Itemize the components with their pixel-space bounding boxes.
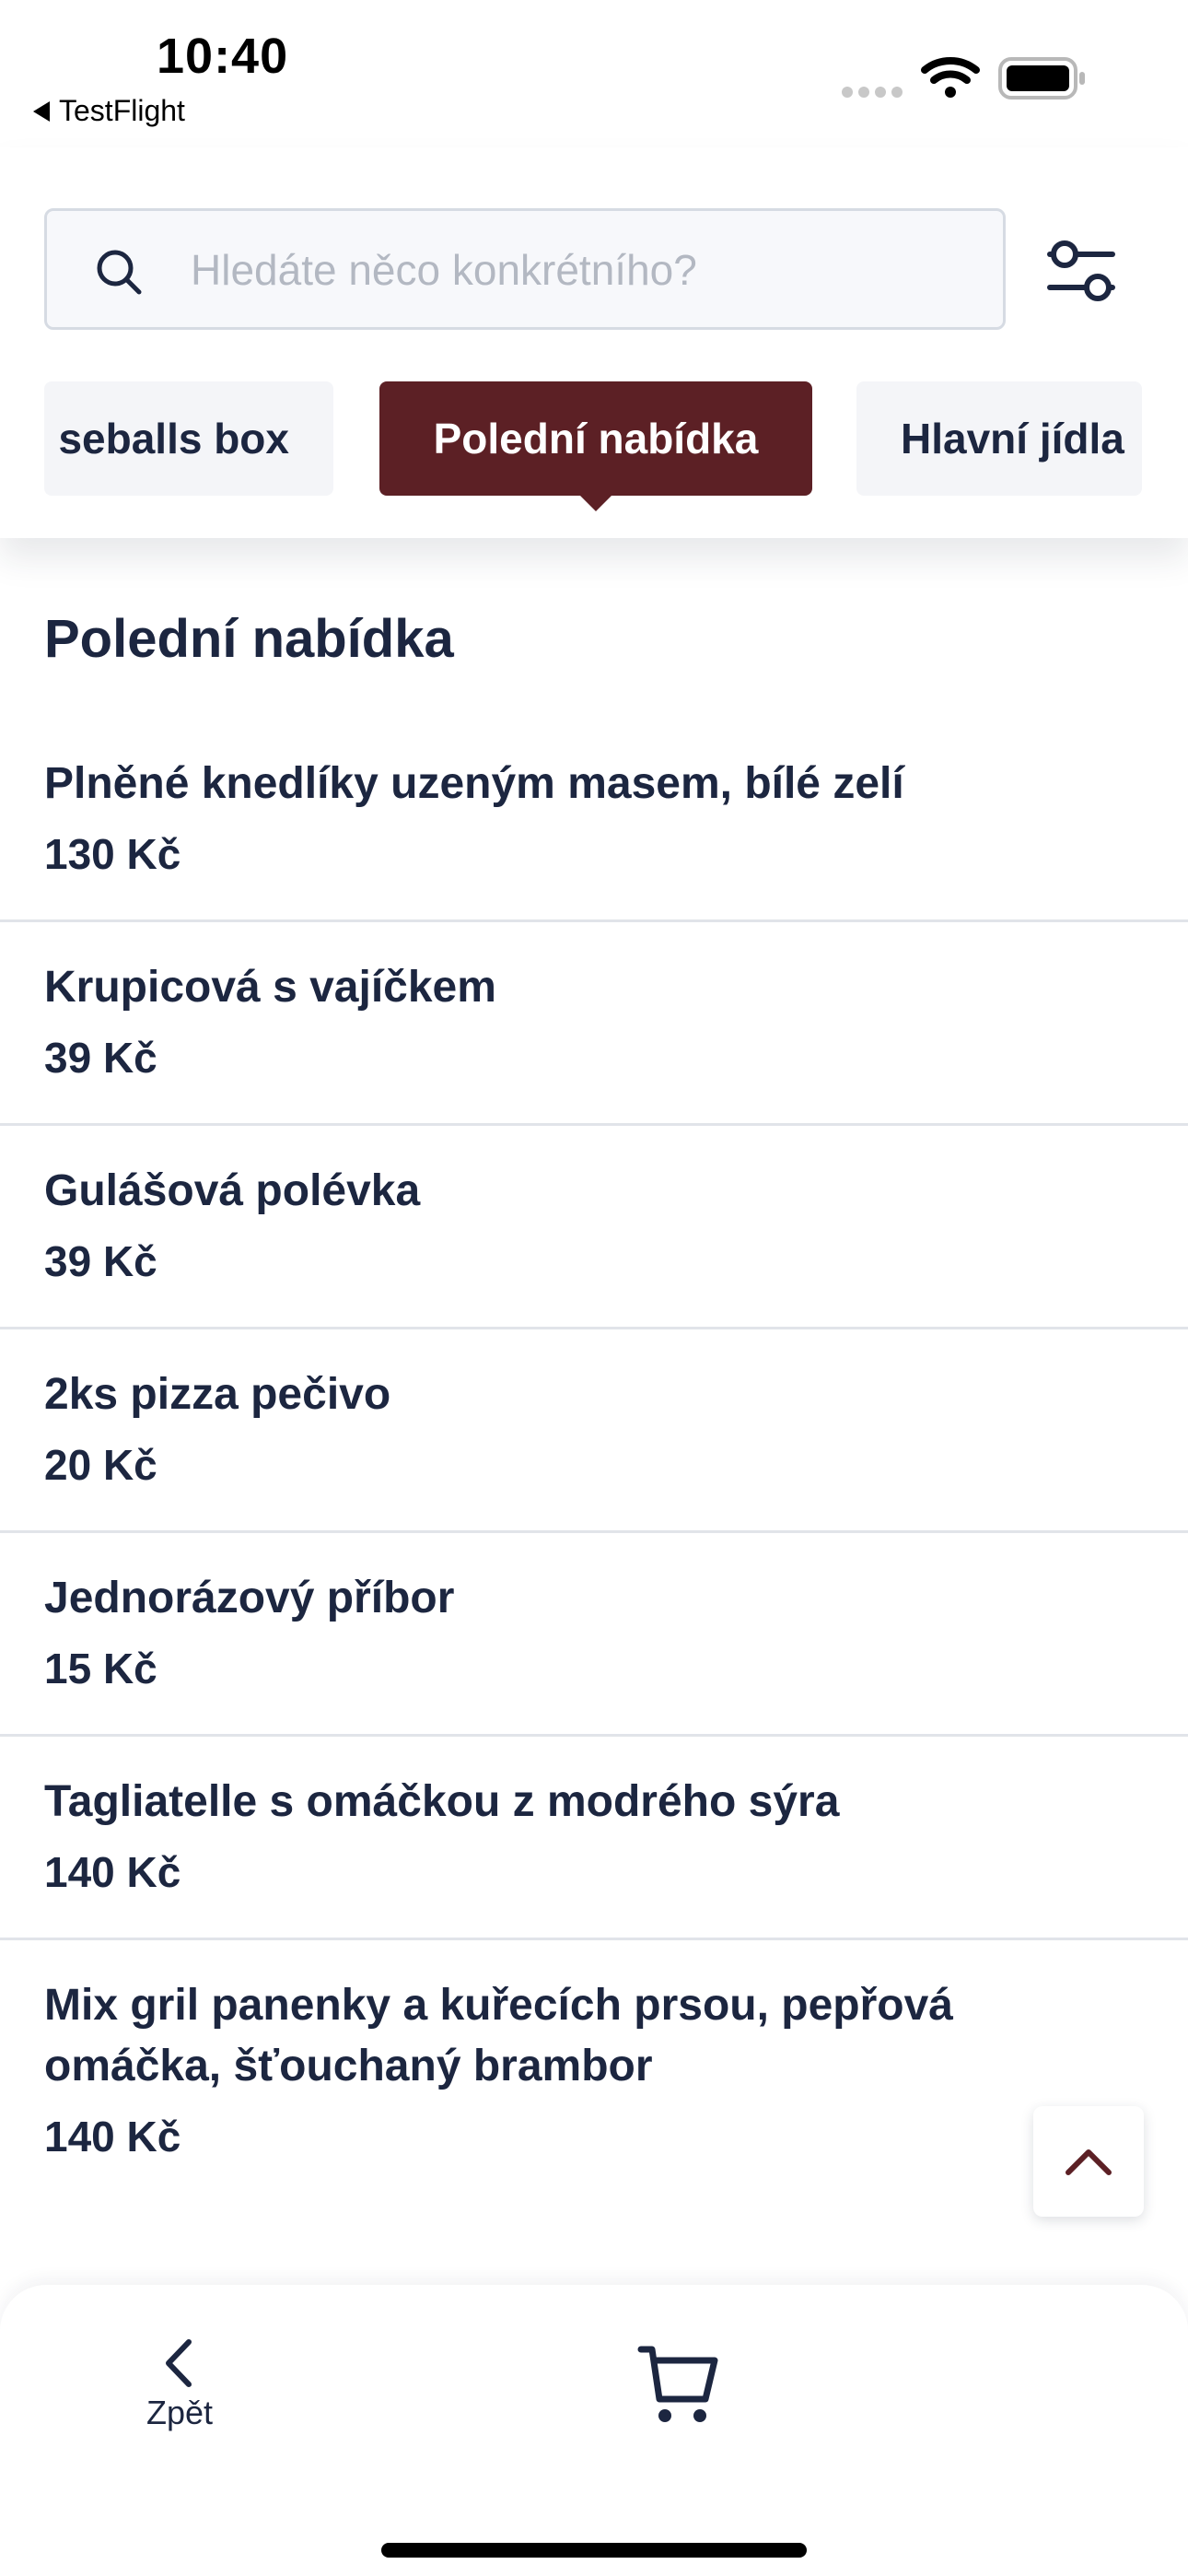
- status-time: 10:40: [157, 29, 289, 84]
- bottom-nav-bar: Zpět: [0, 2285, 1188, 2576]
- tab-cheeseballs-box[interactable]: seballs box: [44, 381, 333, 496]
- menu-item-price: 140 Kč: [44, 2113, 181, 2160]
- search-icon: [97, 250, 142, 295]
- search-box[interactable]: [44, 208, 1006, 330]
- menu-item[interactable]: Jednorázový příbor 15 Kč: [0, 1533, 1188, 1737]
- menu-item-name: 2ks pizza pečivo: [44, 1370, 391, 1419]
- tab-hlavni-jidla[interactable]: Hlavní jídla: [856, 381, 1142, 496]
- active-tab-pointer-icon: [579, 495, 612, 511]
- header-card: seballs box Polední nabídka Hlavní jídla: [0, 147, 1188, 538]
- menu-item-name: Krupicová s vajíčkem: [44, 963, 496, 1012]
- tab-label: seballs box: [58, 415, 289, 463]
- menu-item[interactable]: Gulášová polévka 39 Kč: [0, 1126, 1188, 1329]
- menu-list: Plněné knedlíky uzeným masem, bílé zelí …: [0, 719, 1188, 2202]
- menu-item-price: 39 Kč: [44, 1237, 157, 1285]
- back-button-label: Zpět: [146, 2394, 214, 2431]
- chevron-left-icon: [166, 2339, 192, 2387]
- menu-item[interactable]: Plněné knedlíky uzeným masem, bílé zelí …: [0, 719, 1188, 922]
- back-triangle-icon: [33, 100, 50, 122]
- menu-item-price: 15 Kč: [44, 1645, 157, 1692]
- tab-label: Hlavní jídla: [901, 415, 1124, 463]
- menu-item-name: Plněné knedlíky uzeným masem, bílé zelí: [44, 759, 904, 808]
- menu-item[interactable]: 2ks pizza pečivo 20 Kč: [0, 1329, 1188, 1533]
- menu-item-name: Gulášová polévka: [44, 1166, 421, 1215]
- home-indicator[interactable]: [381, 2543, 807, 2558]
- menu-item[interactable]: Mix gril panenky a kuřecích prsou, pepřo…: [0, 1940, 1188, 2202]
- menu-item[interactable]: Krupicová s vajíčkem 39 Kč: [0, 922, 1188, 1126]
- back-to-app-link[interactable]: TestFlight: [33, 94, 185, 128]
- back-button[interactable]: Zpět: [129, 2338, 230, 2458]
- menu-item-name: Mix gril panenky a kuřecích prsou, pepřo…: [44, 1981, 953, 2090]
- search-input[interactable]: [189, 211, 984, 329]
- category-tabs: seballs box Polední nabídka Hlavní jídla: [0, 381, 1188, 511]
- wifi-icon: [921, 57, 980, 98]
- status-bar: 10:40 TestFlight: [0, 0, 1188, 147]
- menu-item-price: 130 Kč: [44, 830, 181, 878]
- tab-poledni-nabidka[interactable]: Polední nabídka: [379, 381, 812, 511]
- tab-label: Polední nabídka: [433, 415, 759, 463]
- filter-sliders-icon[interactable]: [1044, 234, 1118, 308]
- chevron-up-icon: [1066, 2149, 1112, 2175]
- menu-item-price: 140 Kč: [44, 1848, 181, 1896]
- menu-item-price: 39 Kč: [44, 1034, 157, 1082]
- section-title: Polední nabídka: [44, 609, 454, 669]
- scroll-to-top-button[interactable]: [1033, 2106, 1144, 2217]
- battery-icon: [998, 57, 1085, 100]
- menu-item-name: Tagliatelle s omáčkou z modrého sýra: [44, 1777, 840, 1826]
- cellular-signal-icon: [842, 87, 903, 98]
- cart-icon[interactable]: [637, 2342, 720, 2425]
- menu-item-price: 20 Kč: [44, 1441, 157, 1489]
- menu-item[interactable]: Tagliatelle s omáčkou z modrého sýra 140…: [0, 1737, 1188, 1940]
- back-to-app-label: TestFlight: [59, 94, 185, 127]
- menu-item-name: Jednorázový příbor: [44, 1574, 455, 1622]
